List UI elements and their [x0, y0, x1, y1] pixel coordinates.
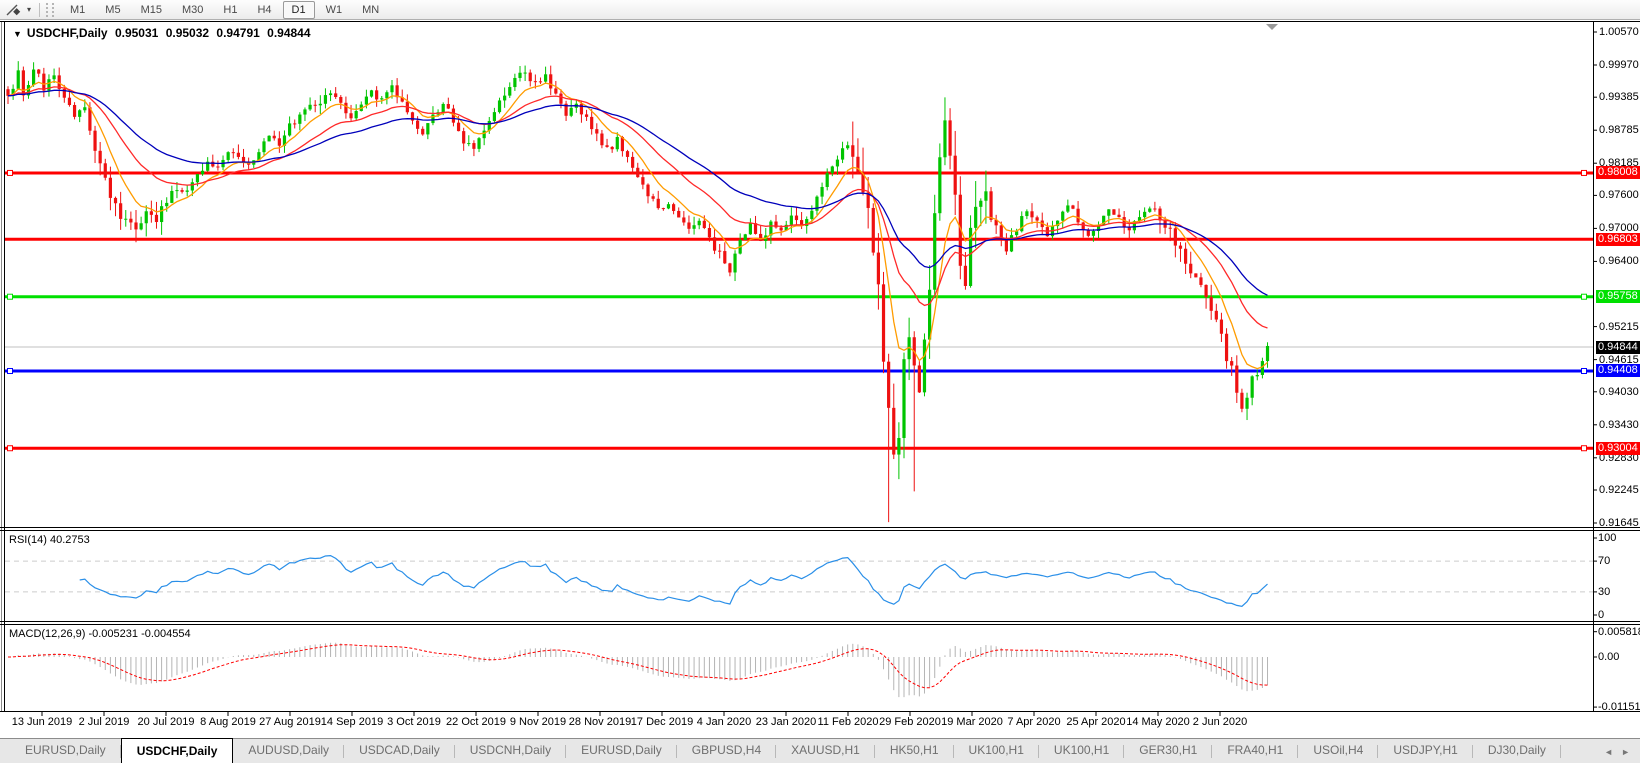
chart-tab-bar: EURUSD,Daily USDCHF,Daily AUDUSD,Daily USDC… [0, 738, 1640, 763]
date-tick-20-jul-2019: 20 Jul 2019 [137, 716, 195, 728]
chart-shift-marker-icon[interactable] [1266, 24, 1278, 30]
hline-anchor-0.93004[interactable] [1581, 445, 1587, 452]
price-tick-0.93430: 0.93430 [1599, 418, 1639, 431]
date-tick-13-jun-2019: 13 Jun 2019 [11, 716, 73, 728]
mt4-window: ▾ M1 M5 M15 M30 H1 H4 D1 W1 MN ▼ USDCHF,Daily 0.9… [0, 0, 1640, 763]
macd-tick-0.00: 0.00 [1598, 651, 1620, 663]
hline-anchor-0.94408[interactable] [1581, 367, 1587, 374]
hline-price-badge-0.94408: 0.94408 [1596, 364, 1640, 378]
date-tick-11-feb-2020: 11 Feb 2020 [817, 716, 879, 728]
date-tick-2-jul-2019: 2 Jul 2019 [78, 716, 130, 728]
date-tick-7-apr-2020: 7 Apr 2020 [1007, 716, 1061, 728]
tab-scroll-right-icon[interactable]: ► [1621, 747, 1630, 757]
symbol-tab-audusd-daily[interactable]: AUDUSD,Daily [233, 739, 344, 763]
macd-tick--0.011514: -0.011514 [1598, 701, 1640, 714]
candlesticks [6, 61, 1270, 523]
symbol-tab-uk100-h1[interactable]: UK100,H1 [1039, 739, 1125, 763]
tab-strip: EURUSD,Daily USDCHF,Daily AUDUSD,Daily USDC… [10, 738, 1561, 763]
hline-anchor-0.98008[interactable] [7, 169, 13, 176]
price-tick-0.91645: 0.91645 [1599, 516, 1639, 529]
symbol-tab-fra40-h1[interactable]: FRA40,H1 [1212, 739, 1299, 763]
symbol-tab-usdcad-daily[interactable]: USDCAD,Daily [344, 739, 455, 763]
quote-open: 0.95031 [114, 26, 159, 40]
date-tick-8-aug-2019: 8 Aug 2019 [200, 716, 256, 728]
date-tick-14-may-2020: 14 May 2020 [1126, 716, 1190, 728]
date-tick-4-jan-2020: 4 Jan 2020 [696, 716, 752, 728]
symbol-tab-uk100-h1[interactable]: UK100,H1 [954, 739, 1040, 763]
symbol-tab-eurusd-daily[interactable]: EURUSD,Daily [566, 739, 677, 763]
rsi-tick-30: 30 [1598, 585, 1611, 598]
rsi-line [79, 554, 1268, 607]
symbol-dropdown-icon[interactable]: ▼ [13, 29, 22, 39]
rsi-label: RSI(14) 40.2753 [9, 534, 90, 546]
hline-price-badge-0.98008: 0.98008 [1596, 166, 1640, 180]
hline-anchor-0.95758[interactable] [7, 293, 13, 300]
hline-price-badge-0.95758: 0.95758 [1596, 290, 1640, 304]
quote-high: 0.95032 [165, 26, 210, 40]
price-tick-0.98785: 0.98785 [1599, 124, 1639, 137]
macd-histogram [12, 642, 1269, 698]
ma-slow-line [7, 89, 1268, 296]
date-tick-9-nov-2019: 9 Nov 2019 [509, 716, 567, 728]
hline-price-badge-0.96803: 0.96803 [1596, 232, 1640, 246]
quote-close: 0.94844 [267, 26, 311, 40]
horizontal-line-objects [5, 171, 1593, 450]
rsi-tick-0: 0 [1598, 609, 1605, 621]
current-price-badge: 0.94844 [1596, 340, 1640, 354]
symbol-tab-gbpusd-h4[interactable]: GBPUSD,H4 [677, 739, 777, 763]
date-tick-28-nov-2019: 28 Nov 2019 [568, 716, 632, 728]
symbol-tab-hk50-h1[interactable]: HK50,H1 [875, 739, 954, 763]
date-tick-2-jun-2020: 2 Jun 2020 [1192, 716, 1248, 728]
symbol-tab-dj30-daily[interactable]: DJ30,Daily [1473, 739, 1561, 763]
rsi-tick-70: 70 [1598, 555, 1611, 568]
tab-scroll-nav: ◄ ► [1604, 739, 1640, 763]
symbol-tab-eurusd-daily[interactable]: EURUSD,Daily [10, 739, 121, 763]
macd-label: MACD(12,26,9) -0.005231 -0.004554 [9, 628, 191, 640]
date-tick-25-apr-2020: 25 Apr 2020 [1066, 716, 1126, 728]
rsi-tick-100: 100 [1598, 532, 1617, 544]
price-tick-0.95215: 0.95215 [1599, 320, 1639, 333]
chart-title: ▼ USDCHF,Daily 0.95031 0.95032 0.94791 0.… [13, 26, 315, 40]
date-tick-29-feb-2020: 29 Feb 2020 [879, 716, 941, 728]
symbol-tab-ger30-h1[interactable]: GER30,H1 [1124, 739, 1213, 763]
symbol-tab-usoil-h4[interactable]: USOil,H4 [1298, 739, 1379, 763]
hline-anchor-0.94408[interactable] [7, 367, 13, 374]
price-tick-0.92245: 0.92245 [1599, 483, 1639, 496]
symbol-tab-usdcnh-daily[interactable]: USDCNH,Daily [455, 739, 567, 763]
symbol-tab-xauusd-h1[interactable]: XAUUSD,H1 [776, 739, 875, 763]
symbol-tab-usdchf-daily[interactable]: USDCHF,Daily [120, 738, 234, 763]
symbol-period-label: USDCHF,Daily [26, 26, 108, 40]
macd-tick-0.005818: 0.005818 [1598, 625, 1640, 638]
price-tick-1.00570: 1.00570 [1599, 26, 1639, 38]
date-tick-23-jan-2020: 23 Jan 2020 [755, 716, 817, 728]
date-tick-3-oct-2019: 3 Oct 2019 [387, 716, 441, 728]
price-tick-0.99970: 0.99970 [1599, 59, 1639, 71]
price-tick-0.99385: 0.99385 [1599, 91, 1639, 104]
date-tick-19-mar-2020: 19 Mar 2020 [941, 716, 1003, 728]
hline-price-badge-0.93004: 0.93004 [1596, 441, 1640, 455]
tab-scroll-left-icon[interactable]: ◄ [1604, 747, 1613, 757]
price-tick-0.97600: 0.97600 [1599, 189, 1639, 202]
date-tick-14-sep-2019: 14 Sep 2019 [320, 716, 384, 728]
hline-anchor-0.93004[interactable] [7, 445, 13, 452]
price-tick-0.94030: 0.94030 [1599, 385, 1639, 398]
price-tick-0.96400: 0.96400 [1599, 255, 1639, 268]
date-tick-17-dec-2019: 17 Dec 2019 [630, 716, 694, 728]
symbol-tab-usdjpy-h1[interactable]: USDJPY,H1 [1378, 739, 1474, 763]
hline-anchor-0.95758[interactable] [1581, 293, 1587, 300]
date-tick-27-aug-2019: 27 Aug 2019 [259, 716, 321, 728]
hline-anchor-0.98008[interactable] [1581, 169, 1587, 176]
quote-low: 0.94791 [216, 26, 260, 40]
price-chart-canvas[interactable] [0, 0, 1640, 763]
date-tick-22-oct-2019: 22 Oct 2019 [446, 716, 506, 728]
